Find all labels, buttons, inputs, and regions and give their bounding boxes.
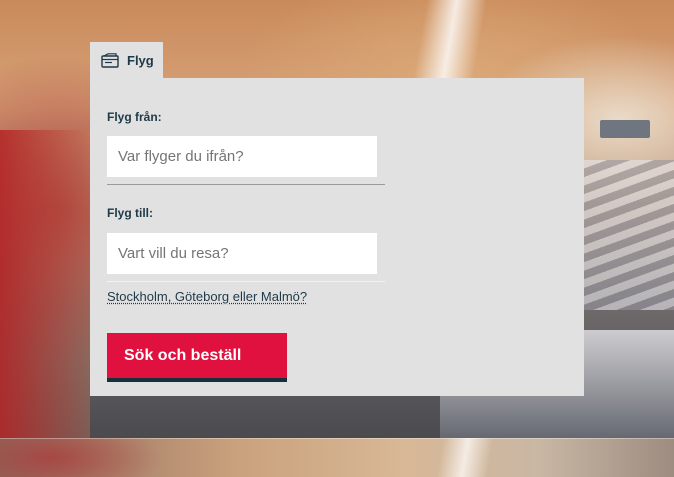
tab-flyg[interactable]: Flyg — [90, 42, 163, 79]
from-label: Flyg från: — [107, 110, 162, 124]
search-and-book-button[interactable]: Sök och beställ — [107, 333, 287, 378]
ticket-icon — [100, 53, 120, 69]
from-underline — [107, 184, 385, 185]
from-input[interactable] — [107, 136, 377, 177]
to-underline — [107, 281, 385, 282]
airplane-fuselage — [0, 130, 90, 438]
background-photo-strip — [0, 438, 674, 477]
airplane-wing-repeat — [437, 438, 494, 477]
divider — [0, 438, 674, 439]
flight-search-panel: Flyg från: Flyg till: Stockholm, Götebor… — [90, 78, 584, 396]
boarding-stairs — [584, 160, 674, 310]
button-shadow — [107, 378, 287, 382]
to-label: Flyg till: — [107, 206, 153, 220]
airplane-wing — [413, 0, 487, 80]
airport-building — [600, 120, 650, 138]
to-input[interactable] — [107, 233, 377, 274]
city-suggestion-link[interactable]: Stockholm, Göteborg eller Malmö? — [107, 289, 307, 304]
tab-label: Flyg — [127, 53, 154, 68]
